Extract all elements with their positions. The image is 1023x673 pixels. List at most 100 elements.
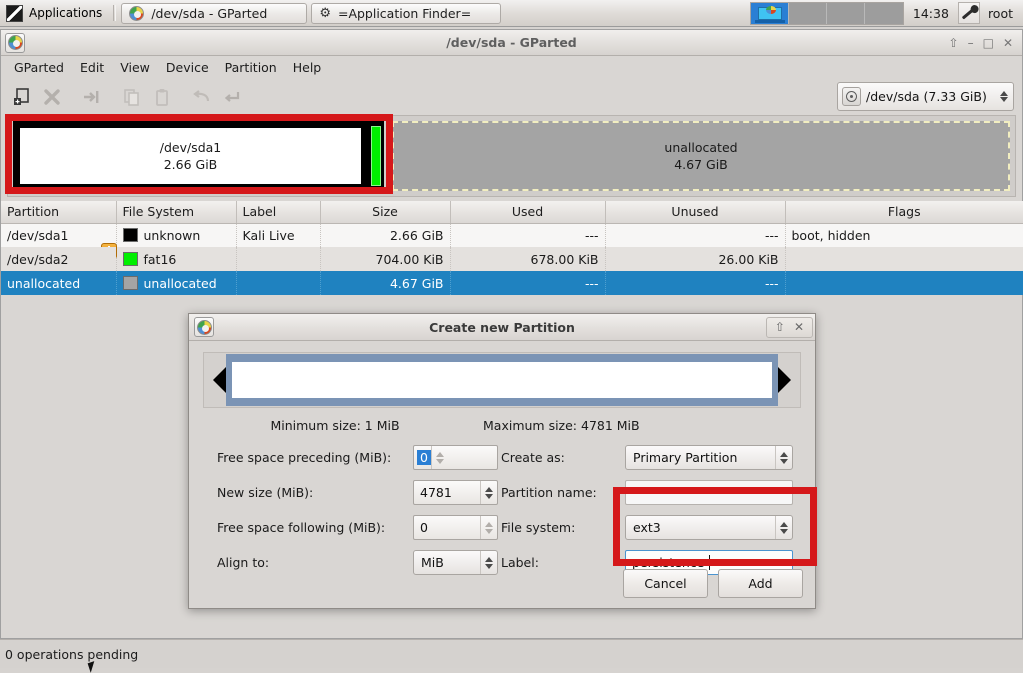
- free-space-preceding-stepper[interactable]: [430, 446, 448, 469]
- mouse-cursor: [87, 661, 98, 673]
- free-space-following-input[interactable]: 0: [413, 515, 498, 540]
- chevron-down-icon[interactable]: [485, 563, 493, 569]
- label-field-label: Label:: [501, 555, 539, 570]
- apply-button: [217, 82, 247, 112]
- column-header-unused[interactable]: Unused: [605, 201, 786, 224]
- column-header-partition[interactable]: Partition: [1, 201, 117, 224]
- dialog-form: Free space preceding (MiB): 0 Create as:…: [201, 445, 803, 575]
- undo-arrow-icon: [193, 90, 210, 102]
- graphic-unallocated-name: unallocated: [664, 140, 738, 155]
- menu-device[interactable]: Device: [159, 58, 216, 77]
- shade-button[interactable]: ⇧: [949, 36, 959, 50]
- clock[interactable]: 14:38: [904, 6, 958, 21]
- delete-partition-button: [37, 82, 67, 112]
- workspace-2[interactable]: [788, 2, 827, 24]
- cell-partition: /dev/sda1 !: [1, 223, 117, 259]
- chevron-down-icon[interactable]: [435, 458, 444, 464]
- window-icon: [5, 32, 25, 53]
- chevron-down-icon[interactable]: [780, 458, 788, 464]
- file-system-label: File system:: [501, 520, 576, 535]
- dialog-shade-button[interactable]: ⇧: [775, 320, 785, 334]
- cell-size: 2.66 GiB: [320, 223, 451, 247]
- user-indicator[interactable]: root: [980, 6, 1023, 21]
- minimize-button[interactable]: –: [968, 36, 974, 50]
- table-row[interactable]: /dev/sda1 ! unknown Kali Live 2.66 GiB -…: [1, 223, 1023, 259]
- device-selector-value: /dev/sda (7.33 GiB): [866, 89, 987, 104]
- close-button[interactable]: ✕: [1003, 36, 1013, 50]
- workspace-3[interactable]: [826, 2, 865, 24]
- new-partition-button[interactable]: [7, 82, 37, 112]
- free-space-following-stepper[interactable]: [480, 516, 497, 539]
- workspace-4[interactable]: [864, 2, 903, 24]
- dialog-close-button[interactable]: ✕: [794, 320, 804, 334]
- menu-view[interactable]: View: [113, 58, 157, 77]
- create-as-select[interactable]: Primary Partition: [625, 445, 793, 470]
- cell-label: [236, 247, 321, 271]
- column-header-used[interactable]: Used: [450, 201, 606, 224]
- column-header-flags[interactable]: Flags: [785, 201, 1023, 224]
- window-titlebar[interactable]: /dev/sda - GParted ⇧ – □ ✕: [1, 30, 1022, 56]
- add-button[interactable]: Add: [718, 569, 803, 598]
- menu-gparted[interactable]: GParted: [7, 58, 71, 77]
- new-size-input[interactable]: 4781: [413, 480, 498, 505]
- text-caret: [709, 555, 711, 570]
- cell-used: ---: [450, 223, 606, 247]
- workspace-switcher[interactable]: [749, 1, 904, 25]
- cell-size: 4.67 GiB: [320, 271, 451, 295]
- new-document-icon: [14, 88, 29, 105]
- workspace-1[interactable]: [750, 2, 789, 24]
- resize-bar[interactable]: [226, 354, 778, 406]
- new-size-stepper[interactable]: [480, 481, 497, 504]
- taskbar-item-gparted-label: /dev/sda - GParted: [151, 5, 268, 21]
- chevron-up-icon[interactable]: [780, 451, 788, 457]
- column-header-label[interactable]: Label: [236, 201, 321, 224]
- column-header-size[interactable]: Size: [320, 201, 451, 224]
- graphic-partition-sda1-body: /dev/sda1 2.66 GiB: [20, 128, 361, 184]
- chevron-up-icon[interactable]: [485, 486, 493, 492]
- partition-name-input[interactable]: [625, 480, 793, 505]
- device-selector-spinner[interactable]: [998, 91, 1009, 102]
- device-selector[interactable]: /dev/sda (7.33 GiB): [837, 82, 1014, 111]
- resize-right-arrow-icon[interactable]: [778, 367, 791, 393]
- align-to-select[interactable]: MiB: [413, 550, 498, 575]
- graphic-partition-unallocated[interactable]: unallocated 4.67 GiB: [392, 121, 1010, 191]
- create-as-stepper[interactable]: [775, 446, 792, 469]
- power-manager-icon[interactable]: [957, 2, 980, 24]
- create-as-label: Create as:: [501, 450, 565, 465]
- partition-resize-widget[interactable]: [203, 352, 801, 408]
- dialog-titlebar[interactable]: Create new Partition ⇧ ✕: [189, 314, 815, 341]
- resize-move-icon: [84, 91, 99, 103]
- delete-x-icon: [44, 89, 60, 105]
- file-system-select[interactable]: ext3: [625, 515, 793, 540]
- table-row[interactable]: /dev/sda2 fat16 704.00 KiB 678.00 KiB 26…: [1, 247, 1023, 271]
- menu-help[interactable]: Help: [286, 58, 329, 77]
- cancel-button[interactable]: Cancel: [623, 569, 708, 598]
- align-to-stepper[interactable]: [480, 551, 497, 574]
- chevron-up-icon[interactable]: [485, 556, 493, 562]
- chevron-up-icon[interactable]: [485, 521, 493, 527]
- menu-edit[interactable]: Edit: [73, 58, 111, 77]
- maximize-button[interactable]: □: [983, 36, 994, 50]
- cell-unused: ---: [605, 271, 786, 295]
- menu-partition[interactable]: Partition: [218, 58, 284, 77]
- gear-icon: ⚙: [319, 5, 331, 21]
- chevron-down-icon[interactable]: [780, 528, 788, 534]
- column-header-filesystem[interactable]: File System: [116, 201, 237, 224]
- taskbar-item-application-finder[interactable]: ⚙ =Application Finder=: [311, 2, 502, 24]
- chevron-down-icon[interactable]: [485, 528, 493, 534]
- applications-menu-button[interactable]: Applications: [0, 0, 110, 26]
- chevron-down-icon[interactable]: [485, 493, 493, 499]
- resize-left-arrow-icon[interactable]: [213, 367, 226, 393]
- cell-used: ---: [450, 271, 606, 295]
- chevron-up-icon[interactable]: [780, 521, 788, 527]
- create-new-partition-dialog: Create new Partition ⇧ ✕ Minimum size: 1…: [188, 313, 816, 609]
- table-row[interactable]: unallocated unallocated 4.67 GiB --- ---: [1, 271, 1023, 295]
- taskbar-item-gparted[interactable]: /dev/sda - GParted: [121, 2, 308, 24]
- chevron-up-icon[interactable]: [435, 451, 444, 457]
- graphic-partition-sda1[interactable]: /dev/sda1 2.66 GiB: [13, 121, 368, 191]
- resize-move-button: [77, 82, 107, 112]
- free-space-preceding-input[interactable]: 0: [413, 445, 498, 470]
- chevron-up-icon: [999, 91, 1008, 96]
- file-system-stepper[interactable]: [775, 516, 792, 539]
- graphic-partition-sda2[interactable]: [368, 121, 384, 191]
